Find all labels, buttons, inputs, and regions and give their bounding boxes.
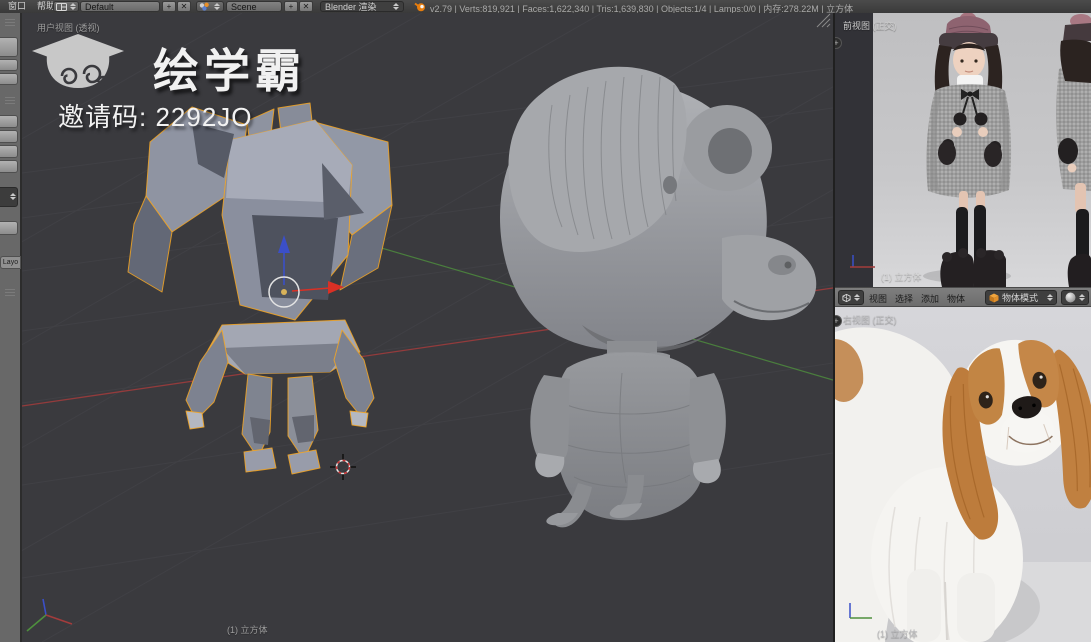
shelf-tab-layout[interactable]: Layo (0, 256, 21, 269)
lowpoly-model[interactable] (127, 102, 393, 475)
main-3d-viewport[interactable]: 绘学霸 邀请码: 2292JO 用户视图 (透视) (1) 立方体 (22, 13, 833, 642)
mini-axis-gizmo (26, 598, 73, 632)
menu-select[interactable]: 选择 (895, 292, 913, 305)
tool-button[interactable] (0, 145, 18, 158)
chevron-updown-icon (214, 3, 220, 10)
chevron-updown-icon (1079, 294, 1085, 301)
viewport-header: 视图 选择 添加 物体 物体模式 (835, 287, 1091, 307)
mode-selector[interactable]: 物体模式 (985, 290, 1057, 305)
layout-close-button[interactable]: ✕ (177, 1, 191, 12)
engine-name: Blender 渲染 (325, 1, 377, 12)
layout-add-button[interactable]: + (162, 1, 176, 12)
right-view-label: 右视图 (正交) (843, 315, 897, 325)
right-active-object-label: (1) 立方体 (877, 629, 918, 639)
stepper-arrows-icon[interactable] (10, 193, 16, 200)
mode-name: 物体模式 (1002, 293, 1039, 303)
menu-object[interactable]: 物体 (947, 292, 965, 305)
3d-cursor (330, 454, 356, 480)
front-viewport[interactable]: + 前视图 (正交) (1) 立方体 (835, 13, 1091, 287)
front-active-object-label: (1) 立方体 (881, 272, 922, 282)
highpoly-model[interactable] (500, 66, 817, 528)
panel-grip-icon[interactable] (5, 97, 15, 104)
info-bar: 窗口 帮助 Default + ✕ Scene + ✕ Blender 渲染 v… (0, 0, 1091, 14)
value-stepper[interactable] (0, 187, 18, 207)
tool-button[interactable] (0, 59, 18, 71)
panel-grip-icon[interactable] (5, 289, 15, 296)
scene-add-button[interactable]: + (284, 1, 298, 12)
front-view-label: 前视图 (正交) (843, 21, 897, 31)
right-viewport[interactable]: + 右视图 (正交) (1) 立方体 (835, 307, 1091, 642)
render-engine-selector[interactable]: Blender 渲染 (320, 1, 404, 12)
tool-button[interactable] (0, 73, 18, 85)
scene-selector-icon[interactable] (196, 1, 224, 12)
blender-app: { "topbar": { "menu_window": "窗口", "menu… (0, 0, 1091, 642)
tool-button[interactable] (0, 37, 18, 57)
editor-type-selector[interactable] (838, 290, 864, 305)
menu-view[interactable]: 视图 (869, 292, 887, 305)
chevron-updown-icon (854, 294, 860, 301)
screen-layout-selector-icon[interactable] (53, 1, 79, 12)
chevron-updown-icon (70, 3, 76, 10)
viewport-shading-selector[interactable] (1061, 290, 1089, 305)
tool-button[interactable] (0, 160, 18, 173)
blender-logo-icon (414, 2, 425, 12)
front-viewport-canvas[interactable] (835, 13, 1091, 287)
layout-name: Default (85, 1, 114, 12)
scene-name: Scene (231, 1, 257, 12)
screen-layout-icon (56, 2, 67, 11)
main-active-object-label: (1) 立方体 (227, 625, 268, 635)
brand-logo-icon (32, 34, 124, 89)
viewport-resize-grip-icon[interactable] (816, 13, 831, 28)
scene-selector[interactable]: Scene (226, 1, 282, 12)
right-column: + 前视图 (正交) (1) 立方体 视图 选择 添加 物体 物体模式 + 右视… (835, 13, 1091, 642)
scene-icon (199, 2, 209, 11)
brand-watermark: 绘学霸 (153, 45, 306, 97)
layout-selector[interactable]: Default (80, 1, 160, 12)
tool-button[interactable] (0, 115, 18, 128)
chevron-updown-icon (1047, 294, 1053, 301)
menu-window[interactable]: 窗口 (8, 1, 26, 12)
main-view-label: 用户视图 (透视) (37, 23, 100, 33)
invite-code-text: 邀请码: 2292JO (58, 102, 253, 132)
scene-close-button[interactable]: ✕ (299, 1, 313, 12)
tool-button[interactable] (0, 130, 18, 143)
menu-add[interactable]: 添加 (921, 292, 939, 305)
right-viewport-canvas[interactable] (835, 307, 1091, 642)
tool-shelf: Layo (0, 13, 22, 642)
panel-grip-icon[interactable] (5, 19, 15, 26)
3d-view-editor-icon (842, 293, 851, 302)
shading-sphere-icon (1065, 292, 1076, 303)
object-mode-cube-icon (989, 293, 999, 302)
tool-button[interactable] (0, 221, 18, 235)
chevron-updown-icon (393, 3, 399, 10)
object-origin-dot (281, 289, 287, 295)
